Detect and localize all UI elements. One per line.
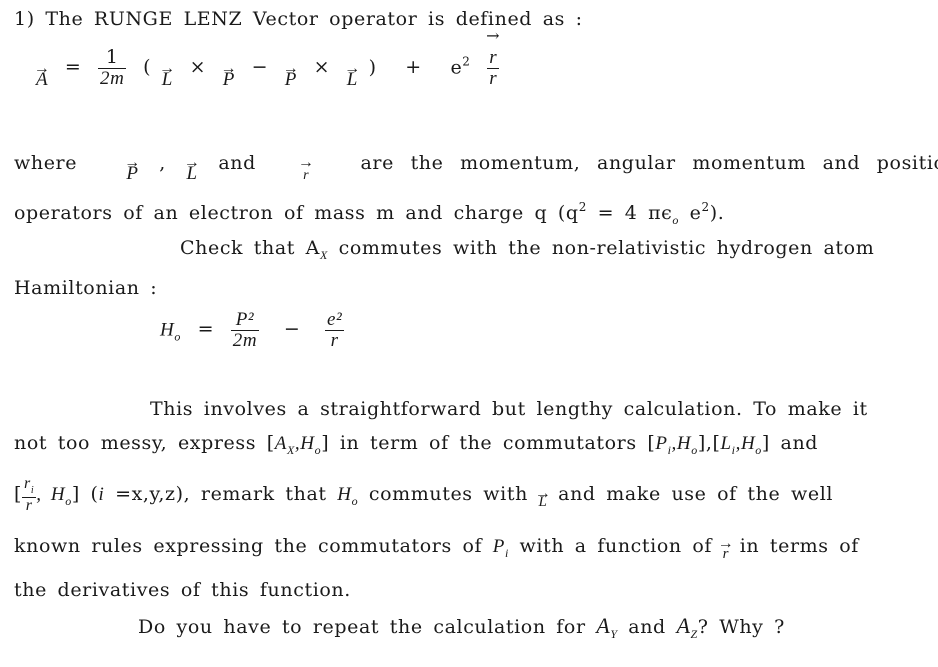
para2-line3: [ri r, Ho] (i =x,y,z), remark that Ho com… [14, 475, 834, 514]
problem-number: 1) [14, 8, 35, 30]
fraction-r-vector-over-r: → r r [486, 26, 501, 89]
vector-arrow-icon: → [486, 26, 501, 45]
fraction-one-over-2m: 1 2m [98, 46, 127, 89]
para2-line2: not too messy, express [AX,Ho] in term o… [14, 432, 819, 457]
vector-L: → L [344, 60, 361, 91]
vector-arrow-icon: → [534, 485, 552, 503]
vector-arrow-icon: → [159, 60, 176, 78]
hamiltonian-label: Hamiltonian : [14, 277, 158, 299]
operators-line: operators of an electron of mass m and c… [14, 200, 725, 227]
where-line: where → P , → L and → r are the momentum… [14, 152, 938, 185]
hamiltonian-formula: Ho = P² 2m − e² r [160, 309, 345, 351]
vector-arrow-icon: → [282, 60, 300, 78]
vector-arrow-icon: → [297, 154, 315, 171]
vector-arrow-icon: → [717, 535, 735, 552]
vector-r: → r [717, 535, 735, 563]
check-line: Check that AX commutes with the non-rela… [180, 237, 875, 262]
vector-P: → P [282, 60, 300, 91]
fraction-e2-over-r: e² r [324, 309, 345, 351]
vector-P: → P [220, 60, 238, 91]
vector-L: → L [159, 60, 176, 91]
vector-L: → L [534, 485, 552, 511]
vector-P: → P [124, 154, 141, 185]
question-line: Do you have to repeat the calculation fo… [138, 613, 785, 641]
vector-arrow-icon: → [344, 60, 361, 78]
vector-A: → A [33, 60, 51, 91]
para2-line5: the derivatives of this function. [14, 579, 351, 601]
vector-arrow-icon: → [220, 60, 238, 78]
fraction-p2-over-2m: P² 2m [230, 309, 260, 351]
vector-r: → r [297, 154, 315, 184]
vector-L: → L [183, 154, 201, 185]
vector-arrow-icon: → [124, 154, 141, 171]
runge-lenz-formula: → A = 1 2m ( → L × → P − → P × → L ) + e… [33, 26, 501, 91]
fraction-ri-over-r: ri r [22, 475, 37, 514]
para2-line4: known rules expressing the commutators o… [14, 535, 859, 563]
vector-arrow-icon: → [183, 154, 201, 171]
para2-line1: This involves a straightforward but leng… [150, 398, 868, 420]
intro-text: The RUNGE LENZ Vector operator is define… [45, 8, 583, 30]
vector-arrow-icon: → [33, 60, 51, 78]
